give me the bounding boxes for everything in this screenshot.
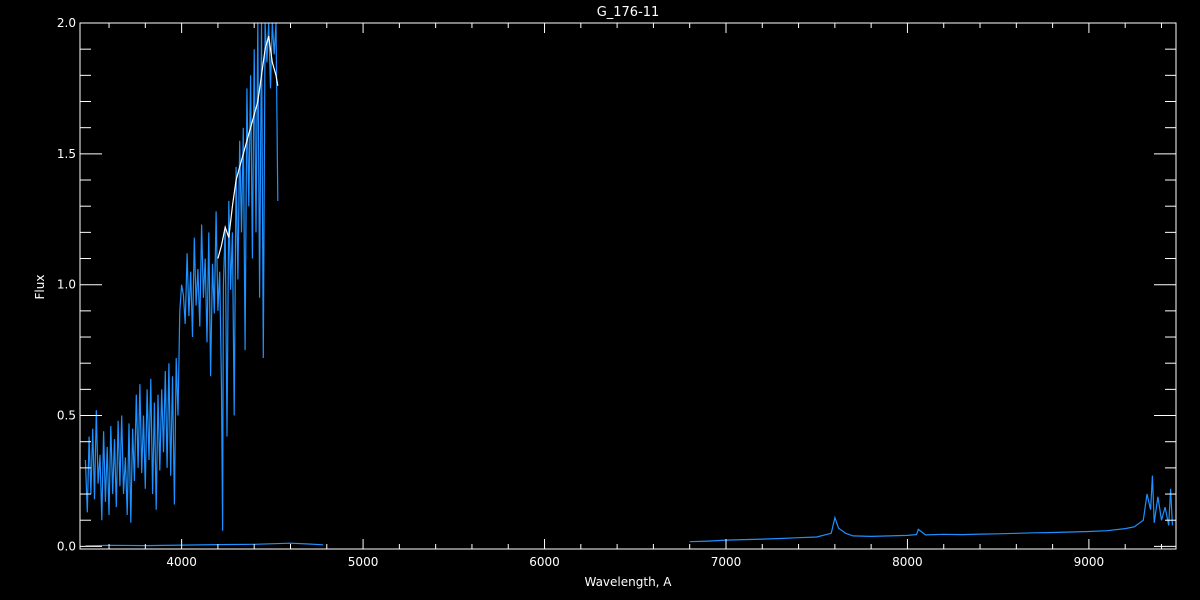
x-tick-label-7000: 7000 (711, 555, 742, 569)
x-tick-label-4000: 4000 (166, 555, 197, 569)
spectrum-chart: 4000 5000 6000 7000 8000 90000.00.51.01.52.0 … (0, 0, 1200, 600)
y-tick-label-0.5: 0.5 (57, 409, 76, 423)
y-tick-label-2: 2.0 (57, 16, 76, 30)
y-tick-label-1: 1.0 (57, 278, 76, 292)
x-tick-label-8000: 8000 (892, 555, 923, 569)
chart-title: G_176-11 (597, 5, 660, 20)
y-tick-label-1.5: 1.5 (57, 147, 76, 161)
x-tick-label-5000: 5000 (348, 555, 379, 569)
x-tick-label-9000: 9000 (1074, 555, 1105, 569)
x-tick-label-6000: 6000 (529, 555, 560, 569)
y-tick-label-0: 0.0 (57, 539, 76, 553)
x-axis-label: Wavelength, A (584, 575, 672, 589)
y-axis-label: Flux (33, 275, 47, 300)
